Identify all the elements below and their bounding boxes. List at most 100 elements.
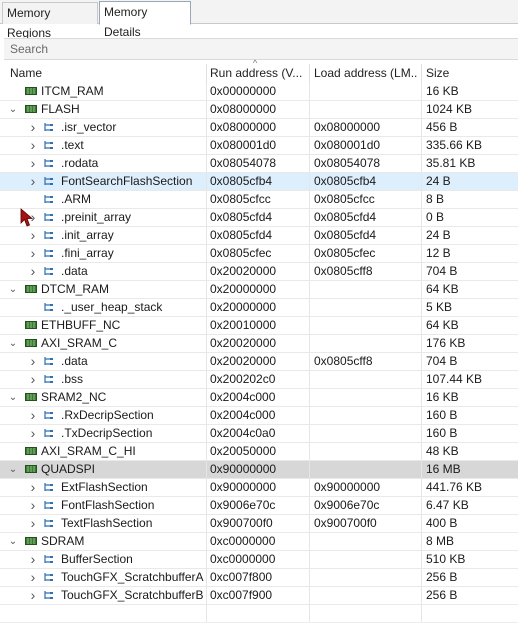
table-row[interactable]: ETHBUFF_NC 0x20010000 64 KB: [0, 317, 518, 335]
chevron-down-icon[interactable]: ⌄: [8, 101, 18, 118]
chevron-right-icon[interactable]: ›: [28, 407, 38, 424]
row-load-address: [314, 551, 418, 568]
column-divider: [421, 425, 422, 442]
row-load-address: 0x0805cff8: [314, 354, 373, 368]
chevron-right-icon[interactable]: ›: [28, 497, 38, 514]
row-size: 256 B: [426, 588, 458, 602]
column-divider: [309, 191, 310, 208]
row-run-address: 0x20050000: [210, 444, 277, 458]
chevron-right-icon[interactable]: ›: [28, 227, 38, 244]
row-load-address: 0x08054078: [314, 156, 381, 170]
column-divider: [421, 389, 422, 406]
table-row[interactable]: ⌄ AXI_SRAM_C 0x20020000 176 KB: [0, 335, 518, 353]
column-divider: [206, 407, 207, 424]
chevron-right-icon[interactable]: ›: [28, 137, 38, 154]
column-header-size[interactable]: Size: [426, 64, 506, 83]
chevron-right-icon[interactable]: ›: [28, 353, 38, 370]
table-row[interactable]: ⌄ QUADSPI 0x90000000 16 MB: [0, 461, 518, 479]
table-row[interactable]: .ARM 0x0805cfcc 0x0805cfcc 8 B: [0, 191, 518, 209]
tab-memory-regions[interactable]: Memory Regions: [2, 2, 98, 40]
table-row[interactable]: AXI_SRAM_C_HI 0x20050000 48 KB: [0, 443, 518, 461]
memory-chip-icon: [25, 105, 37, 113]
column-divider: [421, 191, 422, 208]
row-name: FLASH: [41, 102, 80, 116]
column-divider[interactable]: [206, 64, 207, 83]
table-row[interactable]: › BufferSection 0xc0000000 510 KB: [0, 551, 518, 569]
chevron-down-icon[interactable]: ⌄: [8, 389, 18, 406]
table-row[interactable]: ⌄ FLASH 0x08000000 1024 KB: [0, 101, 518, 119]
table-row[interactable]: › .preinit_array 0x0805cfd4 0x0805cfd4 0 B: [0, 209, 518, 227]
table-row[interactable]: › TextFlashSection 0x900700f0 0x900700f0 400…: [0, 515, 518, 533]
column-divider: [309, 569, 310, 586]
table-row[interactable]: › .data 0x20020000 0x0805cff8 704 B: [0, 353, 518, 371]
table-row[interactable]: › .fini_array 0x0805cfec 0x0805cfec 12 B: [0, 245, 518, 263]
column-divider[interactable]: [421, 64, 422, 83]
chevron-right-icon[interactable]: ›: [28, 479, 38, 496]
chevron-right-icon[interactable]: ›: [28, 551, 38, 568]
table-row[interactable]: › .TxDecripSection 0x2004c0a0 160 B: [0, 425, 518, 443]
row-name: FontSearchFlashSection: [61, 174, 193, 188]
column-header-name[interactable]: Name: [10, 64, 200, 83]
table-row[interactable]: ._user_heap_stack 0x20000000 5 KB: [0, 299, 518, 317]
tab-memory-details[interactable]: Memory Details: [99, 1, 191, 39]
row-name: ITCM_RAM: [41, 84, 104, 98]
chevron-down-icon[interactable]: ⌄: [8, 533, 18, 550]
column-header-load-address[interactable]: Load address (LM...: [314, 64, 418, 83]
chevron-right-icon[interactable]: ›: [28, 569, 38, 586]
column-divider: [421, 515, 422, 532]
chevron-down-icon[interactable]: ⌄: [8, 335, 18, 352]
table-row[interactable]: › .data 0x20020000 0x0805cff8 704 B: [0, 263, 518, 281]
chevron-down-icon[interactable]: ⌄: [8, 281, 18, 298]
column-divider: [421, 443, 422, 460]
row-run-address: 0x90000000: [210, 480, 277, 494]
section-tree-icon: [44, 177, 53, 185]
chevron-right-icon[interactable]: ›: [28, 263, 38, 280]
column-divider: [309, 281, 310, 298]
table-row[interactable]: ⌄ SRAM2_NC 0x2004c000 16 KB: [0, 389, 518, 407]
table-row[interactable]: › .isr_vector 0x08000000 0x08000000 456 B: [0, 119, 518, 137]
table-row[interactable]: › .rodata 0x08054078 0x08054078 35.81 KB: [0, 155, 518, 173]
table-row[interactable]: › .text 0x080001d0 0x080001d0 335.66 KB: [0, 137, 518, 155]
chevron-right-icon[interactable]: ›: [28, 515, 38, 532]
table-row[interactable]: ITCM_RAM 0x00000000 16 KB: [0, 83, 518, 101]
row-name: .fini_array: [61, 246, 114, 260]
table-row[interactable]: › TouchGFX_ScratchbufferB 0xc007f900 256 B: [0, 587, 518, 605]
row-run-address: 0x2004c0a0: [210, 426, 276, 440]
table-row[interactable]: › FontFlashSection 0x9006e70c 0x9006e70c 6.4…: [0, 497, 518, 515]
row-size: 160 B: [426, 426, 458, 440]
column-divider: [309, 443, 310, 460]
table-row[interactable]: › TouchGFX_ScratchbufferA 0xc007f800 256 B: [0, 569, 518, 587]
row-run-address: 0xc0000000: [210, 552, 276, 566]
table-row[interactable]: › .init_array 0x0805cfd4 0x0805cfd4 24 B: [0, 227, 518, 245]
search-input[interactable]: Search: [4, 38, 518, 60]
table-row[interactable]: › ExtFlashSection 0x90000000 0x90000000 441.…: [0, 479, 518, 497]
chevron-right-icon[interactable]: ›: [28, 119, 38, 136]
column-divider: [421, 263, 422, 280]
chevron-right-icon[interactable]: ›: [28, 173, 38, 190]
column-divider: [309, 371, 310, 388]
row-name: SDRAM: [41, 534, 85, 548]
table-row[interactable]: › .RxDecripSection 0x2004c000 160 B: [0, 407, 518, 425]
table-row[interactable]: ⌄ DTCM_RAM 0x20000000 64 KB: [0, 281, 518, 299]
column-divider: [421, 479, 422, 496]
row-load-address: 0x08000000: [314, 120, 381, 134]
row-name: .preinit_array: [61, 210, 132, 224]
chevron-right-icon[interactable]: ›: [28, 425, 38, 442]
table-row[interactable]: › FontSearchFlashSection 0x0805cfb4 0x0805c…: [0, 173, 518, 191]
column-divider: [206, 551, 207, 568]
column-header-run-address[interactable]: Run address (V...: [210, 64, 306, 83]
chevron-right-icon[interactable]: ›: [28, 245, 38, 262]
table-row[interactable]: › .bss 0x200202c0 107.44 KB: [0, 371, 518, 389]
row-load-address: 0x9006e70c: [314, 498, 380, 512]
row-load-address: [314, 533, 418, 550]
row-size: 441.76 KB: [426, 480, 483, 494]
chevron-right-icon[interactable]: ›: [28, 587, 38, 604]
column-divider[interactable]: [309, 64, 310, 83]
table-row[interactable]: ⌄ SDRAM 0xc0000000 8 MB: [0, 533, 518, 551]
row-size: 64 KB: [426, 282, 459, 296]
chevron-down-icon[interactable]: ⌄: [8, 461, 18, 478]
chevron-right-icon[interactable]: ›: [28, 371, 38, 388]
row-load-address: [314, 443, 418, 460]
row-load-address: 0x0805cff8: [314, 264, 373, 278]
chevron-right-icon[interactable]: ›: [28, 155, 38, 172]
